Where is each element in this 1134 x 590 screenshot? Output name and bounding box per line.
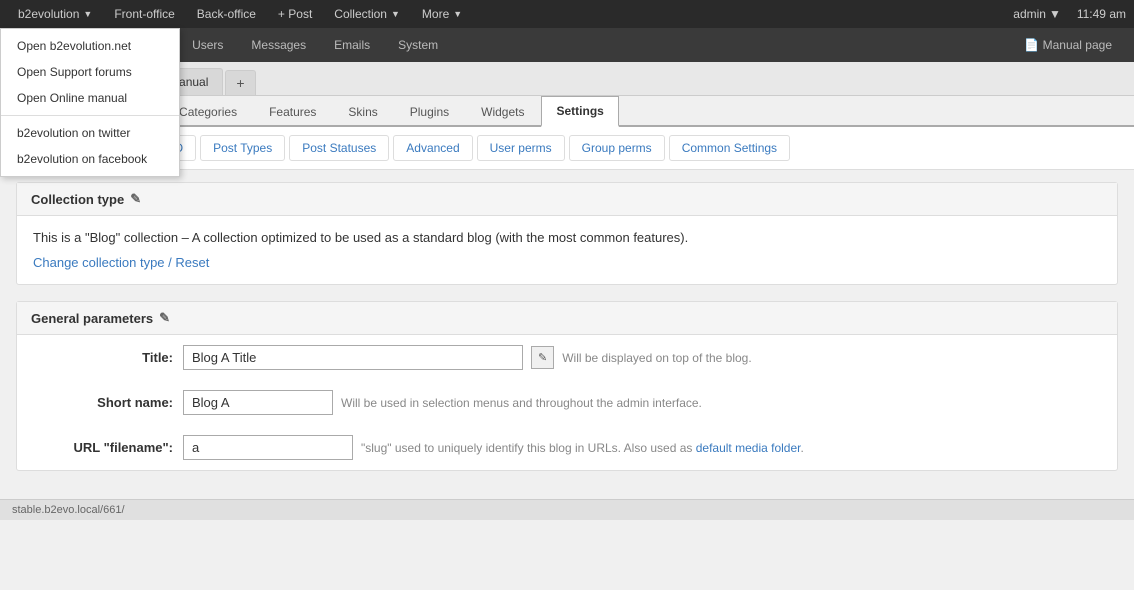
manual-icon: 📄 bbox=[1024, 38, 1039, 52]
nav-users[interactable]: Users bbox=[178, 32, 237, 58]
b2evolution-dropdown: Open b2evolution.net Open Support forums… bbox=[0, 28, 180, 177]
field-shortname-label: Short name: bbox=[33, 395, 173, 410]
field-urlfilename-row: URL "filename": "slug" used to uniquely … bbox=[17, 425, 1117, 470]
default-media-folder-link[interactable]: default media folder bbox=[696, 441, 801, 455]
general-params-edit-icon[interactable]: ✎ bbox=[159, 310, 170, 326]
general-params-section: General parameters ✎ Title: ✎ Will be di… bbox=[16, 301, 1118, 471]
field-title-row: Title: ✎ Will be displayed on top of the… bbox=[17, 335, 1117, 380]
top-nav-left: b2evolution ▼ Front-office Back-office +… bbox=[8, 3, 472, 25]
sub-tab-skins[interactable]: Skins bbox=[333, 97, 392, 126]
field-shortname-row: Short name: Will be used in selection me… bbox=[17, 380, 1117, 425]
nav-back-office[interactable]: Back-office bbox=[187, 3, 266, 25]
general-params-title: General parameters bbox=[31, 311, 153, 326]
sub-tab-features[interactable]: Features bbox=[254, 97, 331, 126]
shortname-input[interactable] bbox=[183, 390, 333, 415]
general-params-header: General parameters ✎ bbox=[17, 302, 1117, 335]
nav-post[interactable]: + Post bbox=[268, 3, 322, 25]
sub-tab-settings[interactable]: Settings bbox=[541, 96, 618, 127]
dd-open-b2evo[interactable]: Open b2evolution.net bbox=[1, 33, 179, 59]
nav-front-office[interactable]: Front-office bbox=[104, 3, 184, 25]
settings-tab-post-statuses[interactable]: Post Statuses bbox=[289, 135, 389, 161]
change-collection-type-link[interactable]: Change collection type / Reset bbox=[33, 255, 209, 270]
urlfilename-hint: "slug" used to uniquely identify this bl… bbox=[361, 441, 804, 455]
collection-type-edit-icon[interactable]: ✎ bbox=[130, 191, 141, 207]
title-input[interactable] bbox=[183, 345, 523, 370]
field-title-label: Title: bbox=[33, 350, 173, 365]
field-title-wrap: ✎ Will be displayed on top of the blog. bbox=[183, 345, 752, 370]
top-nav-right: admin ▼ 11:49 am bbox=[1013, 7, 1126, 21]
top-nav: b2evolution ▼ Front-office Back-office +… bbox=[0, 0, 1134, 28]
coll-tab-add-button[interactable]: + bbox=[225, 70, 255, 95]
title-edit-button[interactable]: ✎ bbox=[531, 346, 554, 369]
sub-tab-plugins[interactable]: Plugins bbox=[395, 97, 464, 126]
manual-page-link[interactable]: 📄 Manual page bbox=[1010, 32, 1126, 58]
brand-label: b2evolution bbox=[18, 7, 79, 21]
more-arrow-icon: ▼ bbox=[453, 9, 462, 19]
brand-menu[interactable]: b2evolution ▼ bbox=[8, 3, 102, 25]
collection-type-description: This is a "Blog" collection – A collecti… bbox=[33, 230, 1101, 245]
settings-tab-group-perms[interactable]: Group perms bbox=[569, 135, 665, 161]
sub-tab-widgets[interactable]: Widgets bbox=[466, 97, 539, 126]
bottom-bar-text: stable.b2evo.local/661/ bbox=[12, 504, 125, 516]
dd-open-support[interactable]: Open Support forums bbox=[1, 59, 179, 85]
settings-tab-advanced[interactable]: Advanced bbox=[393, 135, 472, 161]
field-urlfilename-label: URL "filename": bbox=[33, 440, 173, 455]
nav-system[interactable]: System bbox=[384, 32, 452, 58]
brand-arrow-icon: ▼ bbox=[83, 9, 92, 19]
nav-collection[interactable]: Collection ▼ bbox=[324, 3, 410, 25]
dd-twitter[interactable]: b2evolution on twitter bbox=[1, 120, 179, 146]
admin-menu[interactable]: admin ▼ bbox=[1013, 7, 1061, 21]
settings-tab-post-types[interactable]: Post Types bbox=[200, 135, 285, 161]
dd-divider bbox=[1, 115, 179, 116]
field-shortname-wrap: Will be used in selection menus and thro… bbox=[183, 390, 702, 415]
title-hint: Will be displayed on top of the blog. bbox=[562, 351, 751, 365]
settings-tab-common-settings[interactable]: Common Settings bbox=[669, 135, 790, 161]
shortname-hint: Will be used in selection menus and thro… bbox=[341, 396, 702, 410]
main-content: Collection type ✎ This is a "Blog" colle… bbox=[0, 170, 1134, 499]
field-urlfilename-wrap: "slug" used to uniquely identify this bl… bbox=[183, 435, 804, 460]
nav-emails[interactable]: Emails bbox=[320, 32, 384, 58]
collection-type-section: Collection type ✎ This is a "Blog" colle… bbox=[16, 182, 1118, 285]
collection-arrow-icon: ▼ bbox=[391, 9, 400, 19]
dd-open-manual[interactable]: Open Online manual bbox=[1, 85, 179, 111]
current-time: 11:49 am bbox=[1077, 7, 1126, 21]
nav-messages[interactable]: Messages bbox=[237, 32, 320, 58]
dd-facebook[interactable]: b2evolution on facebook bbox=[1, 146, 179, 172]
nav-more[interactable]: More ▼ bbox=[412, 3, 472, 25]
urlfilename-input[interactable] bbox=[183, 435, 353, 460]
bottom-bar: stable.b2evo.local/661/ bbox=[0, 499, 1134, 520]
settings-tab-user-perms[interactable]: User perms bbox=[477, 135, 565, 161]
admin-label: admin bbox=[1013, 7, 1046, 21]
admin-arrow-icon: ▼ bbox=[1049, 7, 1061, 21]
collection-type-title: Collection type bbox=[31, 192, 124, 207]
collection-type-body: This is a "Blog" collection – A collecti… bbox=[17, 216, 1117, 284]
collection-type-header: Collection type ✎ bbox=[17, 183, 1117, 216]
